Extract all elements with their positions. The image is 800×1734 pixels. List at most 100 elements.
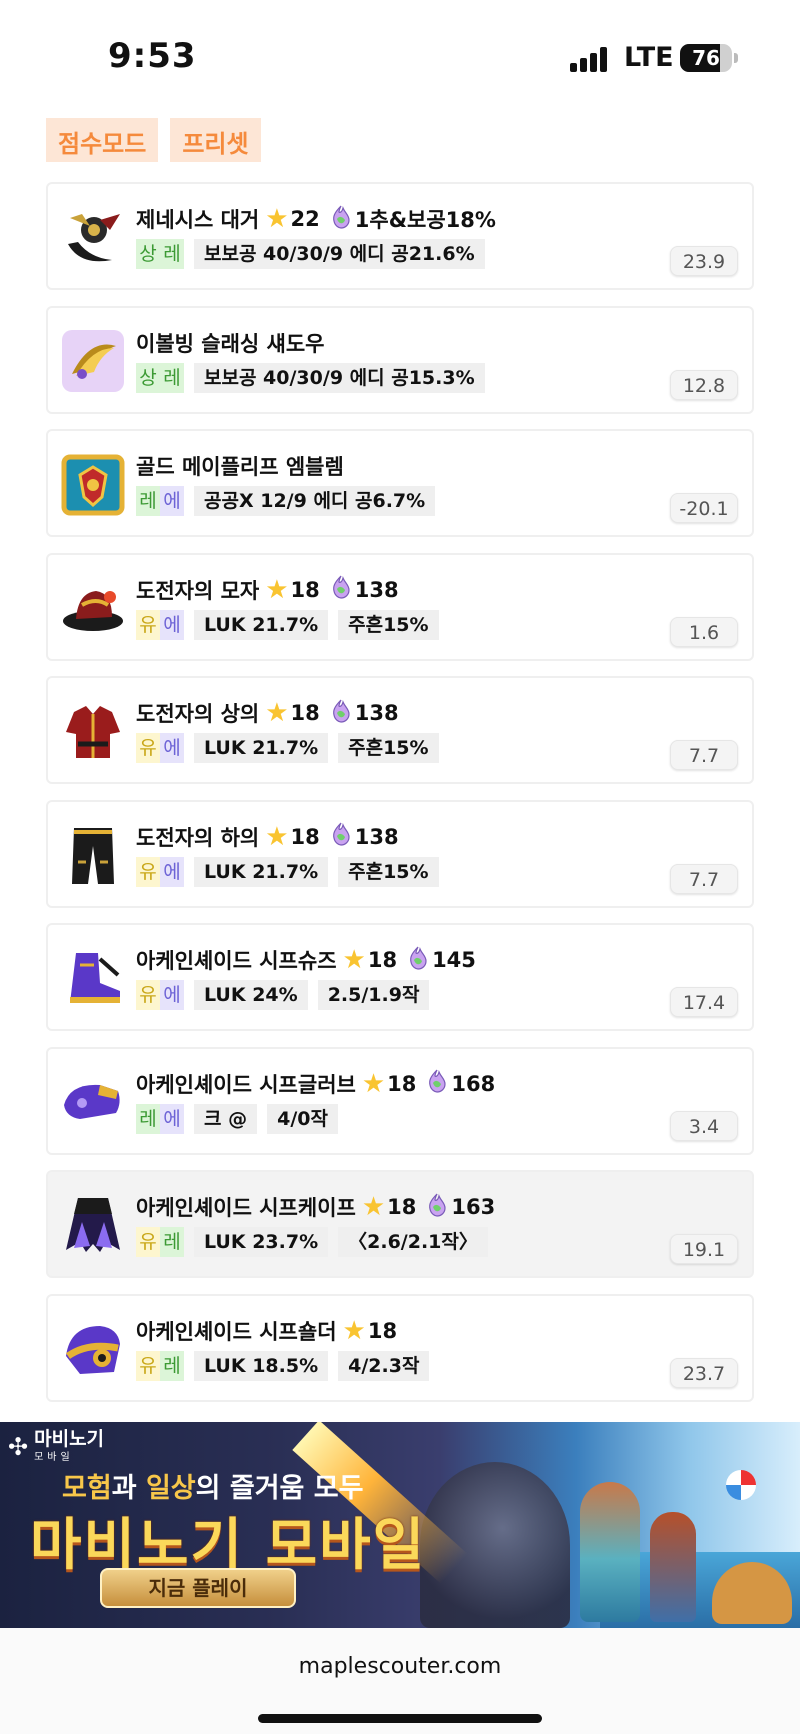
item-title-row: 골드 메이플리프 엠블렘	[136, 451, 344, 481]
potential-grade-badge: 유에	[136, 733, 184, 763]
arcane-thief-shoes-icon	[60, 945, 126, 1011]
grade-label: 에	[160, 980, 184, 1010]
stat-pill: 주흔15%	[338, 609, 439, 640]
home-indicator[interactable]	[258, 1714, 542, 1723]
item-stat-row: 상 레 보보공 40/30/9 에디 공15.3%	[136, 362, 485, 393]
arcane-thief-cape-icon	[60, 1192, 126, 1258]
item-stat-row: 유 에 LUK 21.7% 주흔15%	[136, 733, 439, 763]
item-name: 아케인셰이드 시프숄더	[136, 1319, 337, 1344]
item-stat-row: 유 에 LUK 21.7% 주흔15%	[136, 609, 439, 640]
flame-icon	[330, 699, 352, 728]
item-name: 이볼빙 슬래싱 섀도우	[136, 331, 325, 356]
item-title-row: 아케인셰이드 시프슈즈 ★ 18 145	[136, 945, 476, 975]
item-title-row: 도전자의 상의 ★ 18 138	[136, 698, 399, 728]
flame-icon	[330, 205, 352, 234]
item-title-row: 아케인셰이드 시프숄더 ★ 18	[136, 1316, 397, 1346]
item-title-row: 도전자의 하의 ★ 18 138	[136, 822, 399, 852]
flame-icon	[330, 822, 352, 851]
gold-maple-leaf-emblem-icon	[60, 451, 126, 517]
starforce-count: 18	[290, 701, 320, 725]
potential-grade-badge: 레에	[136, 486, 184, 516]
item-title-row: 도전자의 모자 ★ 18 138	[136, 575, 399, 605]
item-title-row: 아케인셰이드 시프케이프 ★ 18 163	[136, 1192, 495, 1222]
item-card[interactable]: 아케인셰이드 시프글러브 ★ 18 168 레 에 크 @ 4/0작 3.4	[46, 1046, 754, 1155]
grade-label: 유	[136, 856, 160, 887]
mode-tabs: 점수모드 프리셋	[46, 118, 261, 162]
flame-icon	[330, 575, 352, 604]
evolving-slashing-shadow-icon	[60, 328, 126, 394]
score-badge: 23.7	[670, 1357, 738, 1388]
item-card[interactable]: 도전자의 모자 ★ 18 138 유 에 LUK 21.7% 주흔15% 1.6	[46, 552, 754, 661]
score-badge: 7.7	[670, 863, 738, 894]
stat-pill: 주흔15%	[338, 733, 439, 763]
grade-label: 유	[136, 733, 160, 763]
item-name: 도전자의 하의	[136, 825, 260, 850]
item-card[interactable]: 이볼빙 슬래싱 섀도우 상 레 보보공 40/30/9 에디 공15.3% 12.8	[46, 305, 754, 414]
ad-logo-name: 마비노기	[34, 1428, 105, 1450]
star-icon: ★	[265, 821, 289, 852]
grade-label: 유	[136, 1350, 160, 1381]
status-bar: 9:53 LTE 76	[0, 0, 800, 110]
potential-grade-badge: 상레	[136, 362, 184, 393]
item-stat-row: 유 에 LUK 24% 2.5/1.9작	[136, 980, 430, 1010]
score-badge: -20.1	[670, 493, 738, 523]
item-name: 아케인셰이드 시프케이프	[136, 1196, 356, 1220]
item-card[interactable]: 아케인셰이드 시프숄더 ★ 18 유 레 LUK 18.5% 4/2.3작 23.7	[46, 1293, 754, 1402]
flame-value: 138	[354, 824, 399, 849]
stat-pill: 보보공 40/30/9 에디 공15.3%	[194, 362, 485, 393]
item-stat-row: 레 에 공공X 12/9 에디 공6.7%	[136, 486, 436, 516]
stat-pill: 4/2.3작	[338, 1350, 430, 1381]
starforce-count: 22	[290, 207, 320, 231]
potential-grade-badge: 상레	[136, 239, 184, 269]
ad-banner[interactable]: ✣ 마비노기 모바일 모험과 일상의 즐거움 모두 마비노기 모바일 지금 플레…	[0, 1422, 800, 1628]
item-name: 도전자의 모자	[136, 578, 260, 603]
ad-logo-sub: 모바일	[34, 1452, 74, 1463]
stat-pill: 4/0작	[267, 1103, 338, 1134]
item-card[interactable]: 아케인셰이드 시프슈즈 ★ 18 145 유 에 LUK 24% 2.5/1.9작 17.4	[46, 923, 754, 1031]
flame-icon	[426, 1069, 448, 1098]
item-list: 제네시스 대거 ★ 22 1추&보공18% 상 레 보보공 40/30/9 에디 공21.6…	[46, 182, 754, 1417]
item-card[interactable]: 도전자의 하의 ★ 18 138 유 에 LUK 21.7% 주흔15% 7.7	[46, 799, 754, 908]
flame-value: 145	[432, 948, 476, 972]
starforce-count: 18	[387, 1195, 417, 1219]
stat-pill: LUK 18.5%	[194, 1350, 329, 1381]
item-card[interactable]: 아케인셰이드 시프케이프 ★ 18 163 유 레 LUK 23.7% 〈2.6/2.1작〉 1…	[46, 1170, 754, 1278]
item-title-row: 이볼빙 슬래싱 섀도우	[136, 328, 325, 358]
grade-label: 에	[160, 609, 184, 640]
stat-pill: 공공X 12/9 에디 공6.7%	[194, 486, 436, 516]
score-badge: 7.7	[670, 740, 738, 770]
tab-preset[interactable]: 프리셋	[170, 118, 261, 162]
grade-label: 레	[160, 1350, 184, 1381]
starforce-count: 18	[367, 948, 398, 972]
ad-logo: ✣ 마비노기 모바일	[8, 1428, 105, 1464]
grade-label: 레	[136, 486, 160, 516]
flame-icon	[407, 946, 429, 975]
grade-label: 레	[160, 239, 184, 269]
stat-pill: LUK 24%	[194, 980, 308, 1010]
item-card[interactable]: 골드 메이플리프 엠블렘레 에 공공X 12/9 에디 공6.7% -20.1	[46, 429, 754, 537]
grade-label: 에	[160, 1103, 184, 1134]
address-bar-domain[interactable]: maplescouter.com	[0, 1654, 800, 1679]
potential-grade-badge: 유레	[136, 1227, 184, 1257]
arcane-thief-shoulder-icon	[60, 1316, 126, 1382]
tab-score-mode[interactable]: 점수모드	[46, 118, 159, 162]
ad-play-button[interactable]: 지금 플레이	[100, 1568, 296, 1608]
potential-grade-badge: 유에	[136, 980, 184, 1010]
star-icon: ★	[342, 1315, 366, 1346]
challenger-bottom-icon	[60, 822, 126, 888]
score-badge: 1.6	[670, 616, 738, 647]
item-card[interactable]: 제네시스 대거 ★ 22 1추&보공18% 상 레 보보공 40/30/9 에디 공21.6…	[46, 182, 754, 290]
genesis-dagger-icon	[60, 204, 126, 270]
score-badge: 23.9	[670, 246, 738, 276]
flame-icon	[426, 1193, 448, 1222]
stat-pill: LUK 21.7%	[194, 856, 329, 887]
stat-pill: 크 @	[194, 1103, 258, 1134]
grade-label: 에	[160, 856, 184, 887]
challenger-hat-icon	[60, 575, 126, 641]
item-stat-row: 유 레 LUK 23.7% 〈2.6/2.1작〉	[136, 1227, 488, 1257]
challenger-top-icon	[60, 698, 126, 764]
grade-label: 레	[160, 1227, 184, 1257]
star-icon: ★	[265, 204, 289, 234]
item-card[interactable]: 도전자의 상의 ★ 18 138 유 에 LUK 21.7% 주흔15% 7.7	[46, 676, 754, 784]
grade-label: 유	[136, 980, 160, 1010]
